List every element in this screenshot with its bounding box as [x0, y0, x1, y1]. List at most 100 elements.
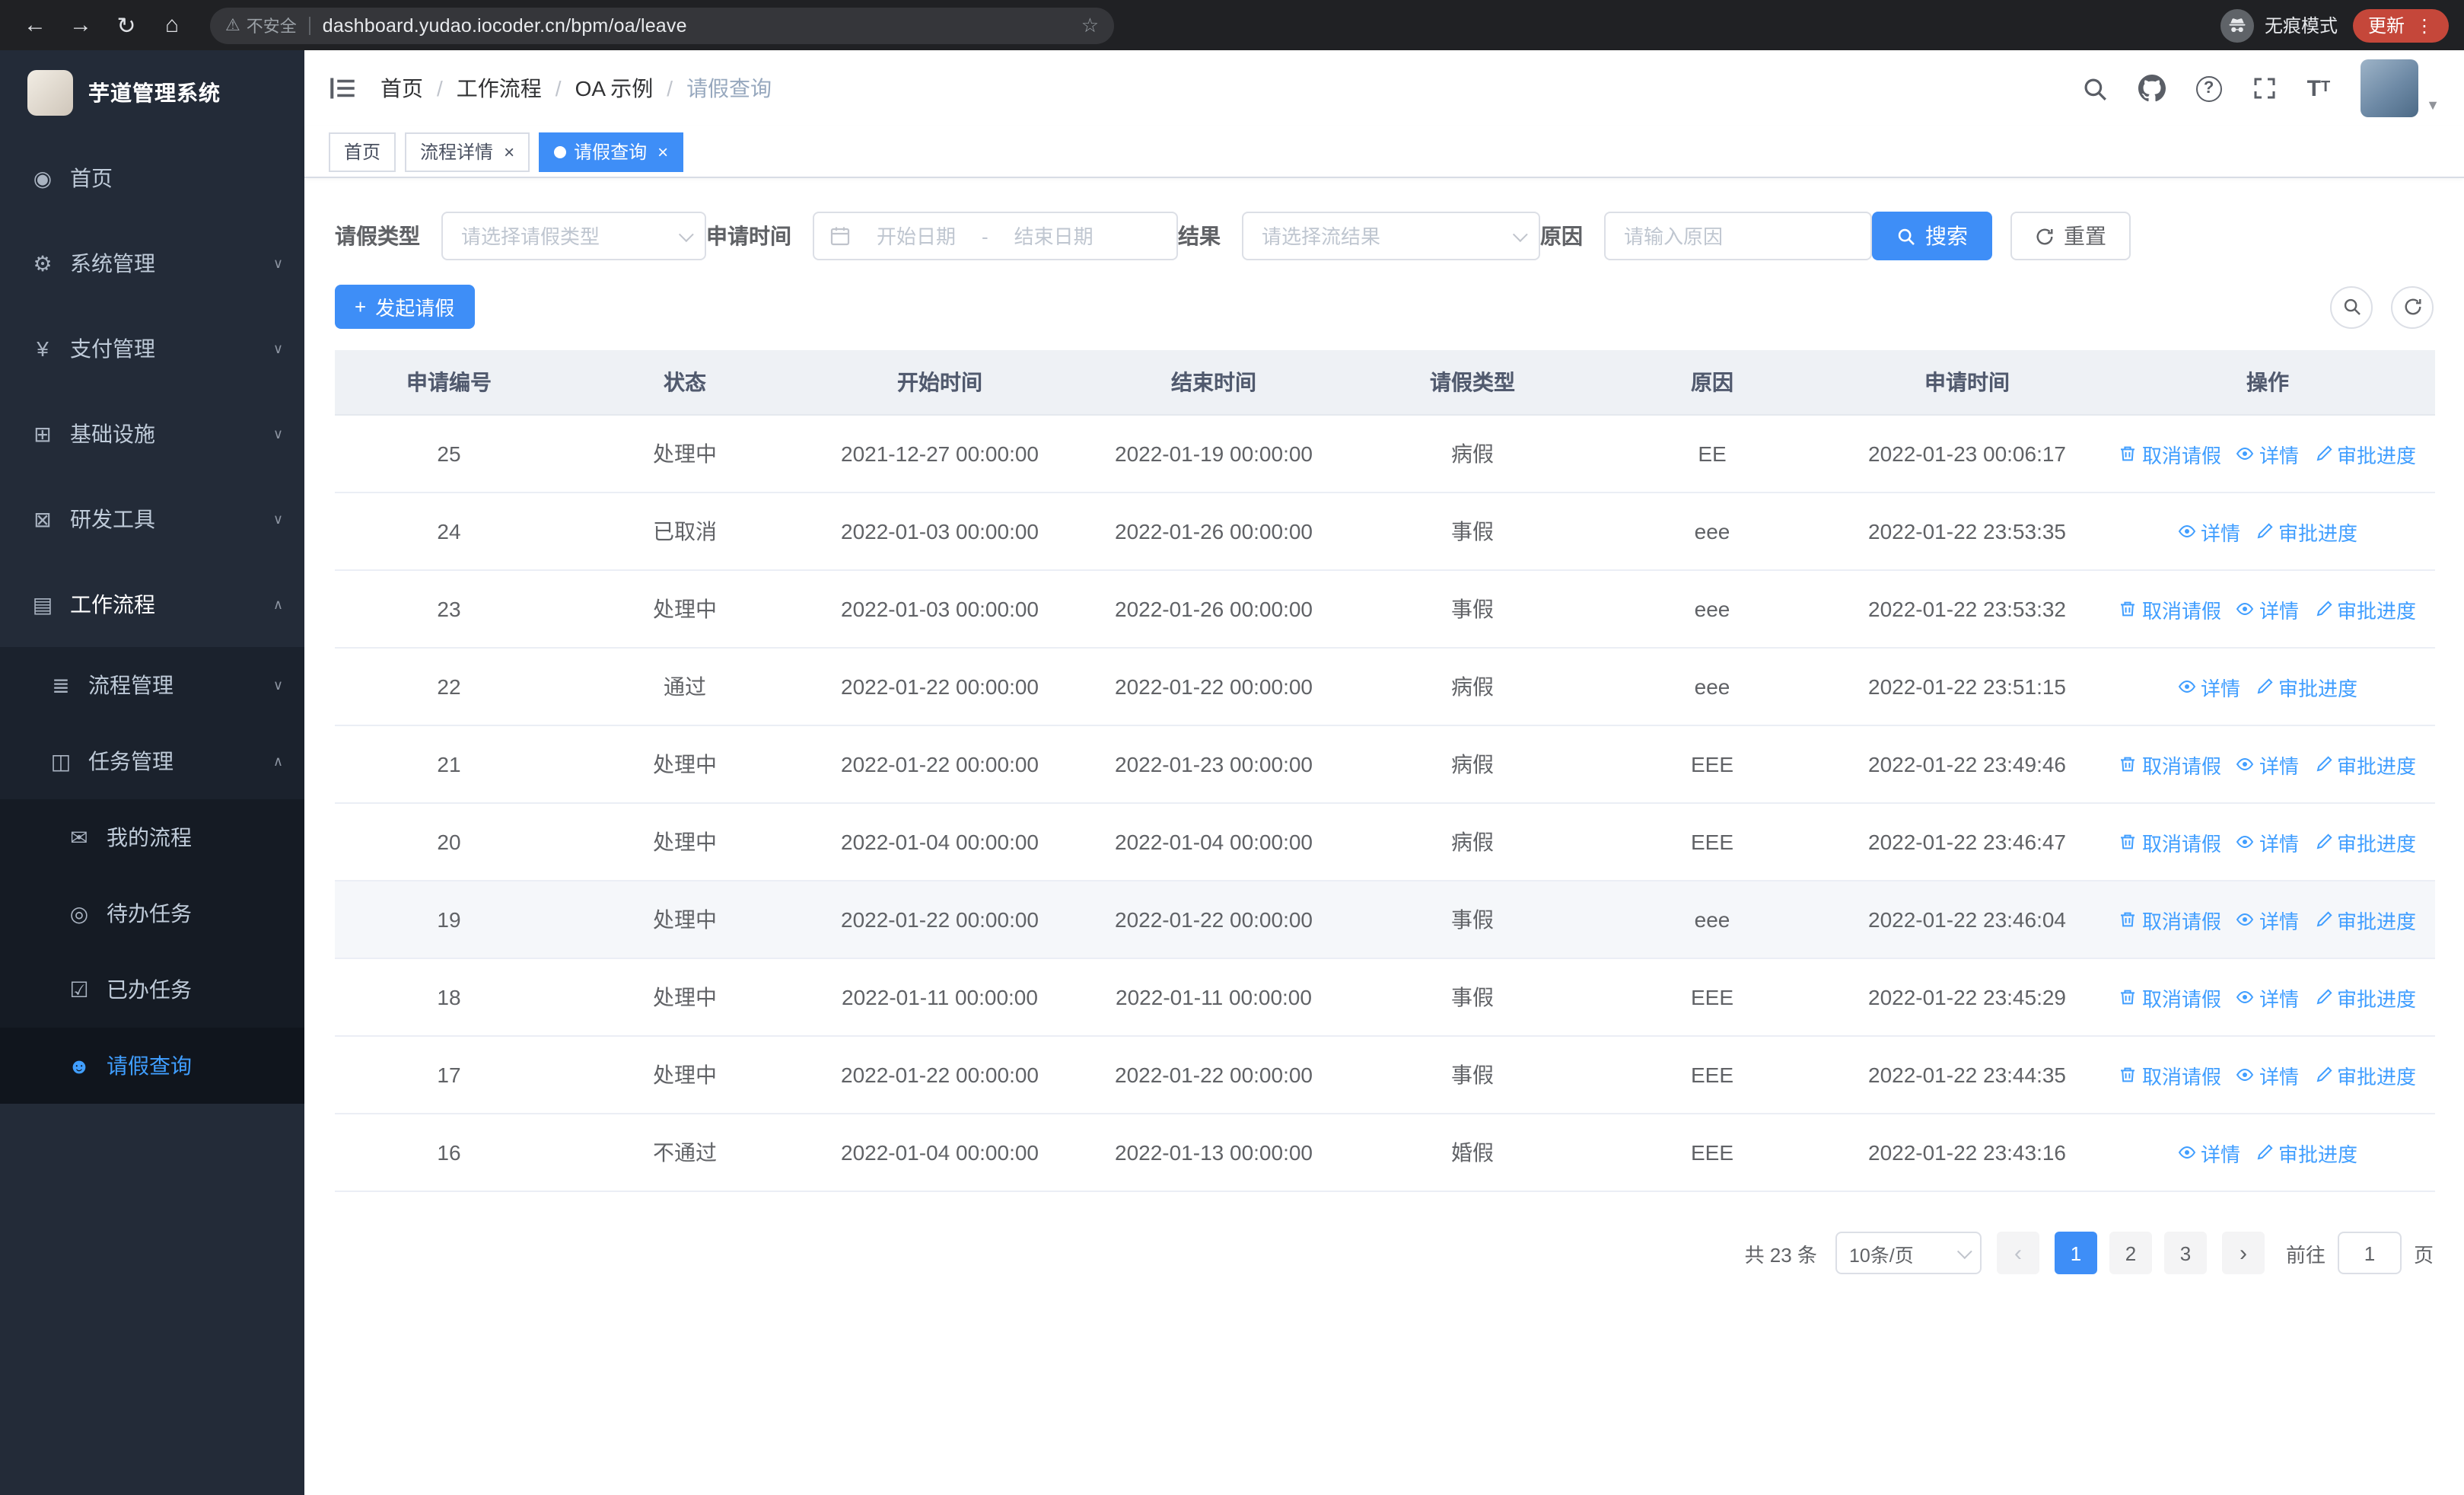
- sidebar-item-infrastructure[interactable]: ⊞ 基础设施 ∨: [0, 391, 304, 477]
- sidebar-item-todo-tasks[interactable]: ◎ 待办任务: [0, 875, 304, 952]
- avatar-menu[interactable]: ▼: [2361, 59, 2440, 117]
- page-button-2[interactable]: 2: [2109, 1232, 2152, 1274]
- breadcrumb-home[interactable]: 首页: [380, 73, 423, 104]
- security-warning[interactable]: ⚠ 不安全: [225, 13, 297, 37]
- next-page-button[interactable]: ›: [2221, 1232, 2265, 1274]
- update-button[interactable]: 更新 ⋮: [2352, 8, 2449, 42]
- approval-progress-link[interactable]: 审批进度: [2314, 750, 2416, 779]
- apply-time-range-picker[interactable]: -: [813, 212, 1178, 260]
- tab-process-detail[interactable]: 流程详情 ×: [405, 132, 530, 171]
- start-date-input[interactable]: [860, 223, 973, 249]
- approval-progress-link[interactable]: 审批进度: [2314, 827, 2416, 856]
- cancel-leave-link[interactable]: 取消请假: [2119, 750, 2221, 779]
- detail-link[interactable]: 详情: [2178, 1138, 2240, 1167]
- page-size-select[interactable]: 10条/页: [1835, 1232, 1982, 1274]
- approval-progress-link[interactable]: 审批进度: [2255, 672, 2357, 701]
- reason-input-wrap[interactable]: [1604, 212, 1872, 260]
- search-button[interactable]: 搜索: [1872, 212, 1992, 260]
- collapse-sidebar-icon[interactable]: [329, 75, 356, 102]
- browser-back-button[interactable]: ←: [15, 5, 55, 45]
- browser-forward-button[interactable]: →: [61, 5, 100, 45]
- tab-home[interactable]: 首页: [329, 132, 396, 171]
- cell-id: 21: [335, 725, 563, 804]
- breadcrumb-oa-example[interactable]: OA 示例: [575, 73, 654, 104]
- approval-progress-link[interactable]: 审批进度: [2314, 1060, 2416, 1089]
- approval-progress-link[interactable]: 审批进度: [2314, 983, 2416, 1012]
- sidebar-item-payment[interactable]: ¥ 支付管理 ∨: [0, 306, 304, 391]
- sidebar-item-leave-query[interactable]: ☻ 请假查询: [0, 1028, 304, 1104]
- detail-link[interactable]: 详情: [2236, 1060, 2299, 1089]
- cancel-leave-link[interactable]: 取消请假: [2119, 827, 2221, 856]
- sidebar-item-devtools[interactable]: ⊠ 研发工具 ∨: [0, 477, 304, 562]
- sidebar-item-home[interactable]: ◉ 首页: [0, 135, 304, 221]
- help-icon[interactable]: ?: [2195, 75, 2222, 101]
- detail-link[interactable]: 详情: [2178, 672, 2240, 701]
- toggle-search-button[interactable]: [2330, 285, 2373, 328]
- prev-page-button[interactable]: ‹: [1996, 1232, 2039, 1274]
- bookmark-star-icon[interactable]: ☆: [1081, 13, 1099, 37]
- detail-link[interactable]: 详情: [2236, 750, 2299, 779]
- result-select-input[interactable]: [1259, 223, 1501, 249]
- leave-type-select-input[interactable]: [458, 223, 667, 249]
- cell-apply-time: 2022-01-22 23:49:46: [1834, 725, 2100, 804]
- cancel-leave-link[interactable]: 取消请假: [2119, 1060, 2221, 1089]
- fullscreen-icon[interactable]: [2252, 76, 2277, 100]
- detail-link[interactable]: 详情: [2178, 517, 2240, 546]
- tab-leave-query[interactable]: 请假查询 ×: [539, 132, 684, 171]
- app-title: 芋道管理系统: [88, 81, 221, 105]
- sidebar-item-done-tasks[interactable]: ☑ 已办任务: [0, 952, 304, 1028]
- refresh-table-button[interactable]: [2391, 285, 2434, 328]
- result-select[interactable]: [1242, 212, 1540, 260]
- cancel-leave-link[interactable]: 取消请假: [2119, 594, 2221, 623]
- approval-progress-link[interactable]: 审批进度: [2255, 517, 2357, 546]
- cell-id: 16: [335, 1114, 563, 1192]
- delete-icon: [2119, 910, 2138, 929]
- sidebar-item-process-management[interactable]: ≣ 流程管理 ∨: [0, 647, 304, 723]
- goto-prefix: 前往: [2285, 1243, 2326, 1266]
- cancel-leave-link[interactable]: 取消请假: [2119, 905, 2221, 934]
- detail-link[interactable]: 详情: [2236, 983, 2299, 1012]
- reset-button[interactable]: 重置: [2010, 212, 2131, 260]
- table-row: 21 处理中 2022-01-22 00:00:00 2022-01-23 00:00…: [335, 725, 2435, 804]
- cancel-leave-link[interactable]: 取消请假: [2119, 983, 2221, 1012]
- approval-progress-link[interactable]: 审批进度: [2314, 594, 2416, 623]
- approval-progress-link[interactable]: 审批进度: [2255, 1138, 2357, 1167]
- close-icon[interactable]: ×: [657, 142, 668, 161]
- detail-link[interactable]: 详情: [2236, 439, 2299, 468]
- kebab-menu-icon[interactable]: ⋮: [2415, 14, 2434, 36]
- avatar[interactable]: [2361, 59, 2419, 117]
- sidebar-item-my-processes[interactable]: ✉ 我的流程: [0, 799, 304, 875]
- browser-home-button[interactable]: ⌂: [152, 5, 192, 45]
- breadcrumb-separator: /: [555, 76, 562, 100]
- create-leave-button[interactable]: + 发起请假: [335, 285, 475, 329]
- approval-progress-link[interactable]: 审批进度: [2314, 905, 2416, 934]
- browser-reload-button[interactable]: ↻: [107, 5, 146, 45]
- page-button-1[interactable]: 1: [2054, 1232, 2097, 1274]
- sidebar-item-system[interactable]: ⚙ 系统管理 ∨: [0, 221, 304, 306]
- cancel-leave-link[interactable]: 取消请假: [2119, 439, 2221, 468]
- search-icon[interactable]: [2082, 75, 2108, 101]
- close-icon[interactable]: ×: [504, 142, 514, 161]
- address-bar[interactable]: ⚠ 不安全 dashboard.yudao.iocoder.cn/bpm/oa/…: [210, 7, 1114, 43]
- detail-link[interactable]: 详情: [2236, 827, 2299, 856]
- reason-input[interactable]: [1621, 223, 1855, 249]
- goto-page-input[interactable]: [2337, 1232, 2402, 1274]
- edit-icon: [2255, 1143, 2274, 1162]
- sidebar-item-label: 流程管理: [88, 673, 173, 697]
- approval-progress-link[interactable]: 审批进度: [2314, 439, 2416, 468]
- incognito-badge[interactable]: 无痕模式: [2220, 8, 2338, 42]
- url-text[interactable]: dashboard.yudao.iocoder.cn/bpm/oa/leave: [323, 14, 687, 36]
- page-button-3[interactable]: 3: [2163, 1232, 2207, 1274]
- sidebar-item-workflow[interactable]: ▤ 工作流程 ∧: [0, 562, 304, 647]
- end-date-input[interactable]: [997, 223, 1110, 249]
- github-icon[interactable]: [2138, 75, 2166, 102]
- leave-type-select[interactable]: [441, 212, 706, 260]
- app-frame: 芋道管理系统 ◉ 首页 ⚙ 系统管理 ∨ ¥ 支付管理 ∨ ⊞ 基础设施 ∨ ⊠ 研发工具 ∨ ▤ 工作流程 ∧…: [0, 50, 2464, 1495]
- breadcrumb-workflow[interactable]: 工作流程: [457, 73, 542, 104]
- logo[interactable]: 芋道管理系统: [0, 50, 304, 135]
- detail-link[interactable]: 详情: [2236, 905, 2299, 934]
- detail-link[interactable]: 详情: [2236, 594, 2299, 623]
- font-size-icon[interactable]: TT: [2307, 77, 2331, 100]
- sidebar-item-task-management[interactable]: ◫ 任务管理 ∧: [0, 723, 304, 799]
- cell-end-time: 2022-01-19 00:00:00: [1073, 415, 1355, 493]
